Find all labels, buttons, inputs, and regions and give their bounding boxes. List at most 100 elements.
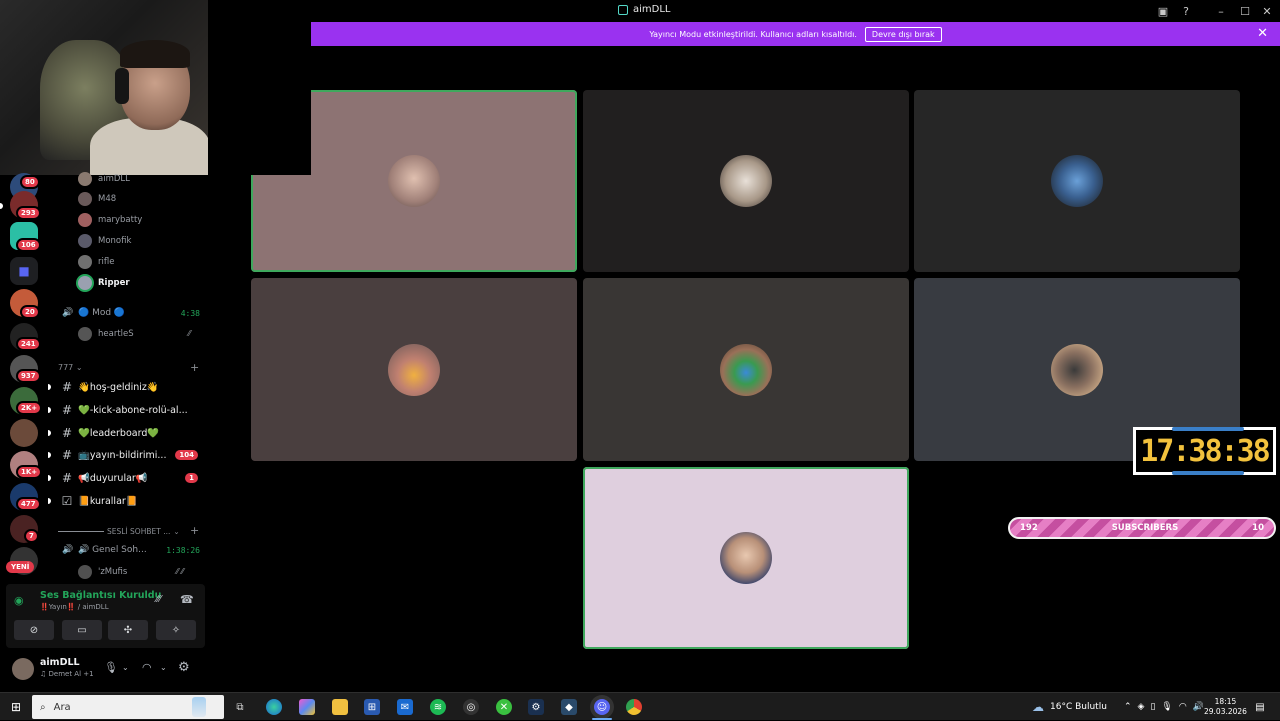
user-status: ♫ Demet Al +1	[40, 670, 94, 678]
participant-tile-speaking[interactable]	[583, 467, 909, 649]
wifi-icon[interactable]: ◠	[1179, 702, 1187, 712]
voice-channel-general[interactable]: 🔊 🔊 Genel Soh... 1:38:26	[58, 541, 208, 559]
category-header[interactable]: 777 ⌄	[58, 363, 83, 372]
participant-tile[interactable]	[583, 278, 909, 461]
noise-suppression-icon[interactable]: ⁄⁄⁄	[156, 594, 161, 605]
subs-label: SUBSCRIBERS	[1111, 523, 1179, 533]
participant-tile[interactable]	[914, 90, 1240, 272]
voice-member[interactable]: heartleS	[78, 327, 134, 341]
voice-status-title[interactable]: Ses Bağlantısı Kuruldu	[40, 590, 161, 601]
battery-icon[interactable]: ▯	[1150, 702, 1155, 712]
steam-icon[interactable]: ⚙	[528, 699, 544, 715]
unread-pill	[48, 452, 51, 458]
maximize-button[interactable]: ☐	[1236, 2, 1254, 20]
camera-off-button[interactable]: ⊘	[14, 620, 54, 640]
voice-member[interactable]: rifle	[78, 255, 114, 269]
banner-message: Yayıncı Modu etkinleştirildi. Kullanıcı …	[649, 29, 857, 39]
new-servers-label[interactable]: YENİ	[6, 561, 35, 573]
clock-highlight	[1172, 427, 1244, 431]
folder-icon[interactable]: ■	[10, 257, 38, 285]
file-explorer-icon[interactable]	[332, 699, 348, 715]
voice-member-name: 'zMufis	[98, 567, 128, 577]
close-window-button[interactable]: ✕	[1258, 2, 1276, 20]
voice-status-subtitle[interactable]: ‼️Yayın‼️ / aimDLL	[40, 603, 109, 611]
text-channel[interactable]: # 📢duyurular📢 1	[48, 468, 208, 488]
gear-icon[interactable]: ⚙	[178, 660, 190, 675]
microphone-icon[interactable]: 🎙	[104, 661, 118, 674]
webcam-headset	[115, 68, 129, 104]
system-clock[interactable]: 18:15 29.03.2026	[1204, 697, 1247, 717]
voice-member[interactable]: marybatty	[78, 213, 142, 227]
voice-member[interactable]: Ripper	[78, 276, 130, 290]
text-channel[interactable]: # 💚-kick-abone-rolü-al...	[48, 400, 208, 420]
task-view-icon[interactable]: ⧉	[232, 699, 248, 715]
gpu-icon[interactable]: ◈	[1138, 702, 1145, 712]
volume-icon[interactable]: 🔊	[1193, 702, 1204, 712]
server-badge: 293	[16, 206, 41, 220]
subscribers-goal-bar: 192 SUBSCRIBERS 10	[1008, 517, 1276, 539]
stream-clock: 17:38:38	[1133, 427, 1276, 475]
voice-member[interactable]: aimDLL	[78, 172, 130, 186]
voice-member-name: aimDLL	[98, 174, 130, 184]
voice-member[interactable]: 'zMufis	[78, 565, 127, 579]
edge-icon[interactable]	[266, 699, 282, 715]
app-icon[interactable]: ◆	[561, 699, 577, 715]
search-highlight-icon	[192, 697, 206, 717]
server-badge: 80	[20, 175, 40, 189]
voice-channel-mod[interactable]: 🔊 🔵 Mod 🔵 4:38	[58, 304, 208, 322]
inbox-icon[interactable]: ▣	[1154, 2, 1172, 20]
disconnect-icon[interactable]: ☎	[180, 593, 194, 606]
participant-avatar	[1051, 155, 1103, 207]
voice-connection-panel: ◉ Ses Bağlantısı Kuruldu ‼️Yayın‼️ / aim…	[6, 584, 205, 648]
notifications-icon[interactable]: ▤	[1252, 699, 1268, 715]
text-channel[interactable]: # 👋hoş-geldiniz👋	[48, 377, 208, 397]
webcam-overlay	[0, 0, 208, 175]
category-name: 777	[58, 363, 74, 372]
help-icon[interactable]: ?	[1177, 2, 1195, 20]
user-panel: aimDLL ♫ Demet Al +1 🎙 ⌄ ◠ ⌄ ⚙	[6, 652, 205, 688]
unread-pill	[48, 430, 51, 436]
voice-member[interactable]: Monofik	[78, 234, 131, 248]
channel-label: 💚-kick-abone-rolü-al...	[78, 404, 188, 416]
mic-options-chevron-icon[interactable]: ⌄	[122, 663, 129, 672]
speaker-icon: 🔊	[62, 545, 74, 555]
channel-label: 📺yayın-bildirimi...	[78, 449, 167, 461]
chrome-icon[interactable]	[626, 699, 642, 715]
activities-button[interactable]: ✣	[108, 620, 148, 640]
xbox-icon[interactable]: ✕	[496, 699, 512, 715]
mic-tray-icon[interactable]: 🎙	[1161, 702, 1172, 712]
server-icon-8[interactable]	[10, 419, 38, 447]
copilot-icon[interactable]	[299, 699, 315, 715]
chevron-up-icon[interactable]: ⌃	[1124, 702, 1132, 712]
user-name[interactable]: aimDLL	[40, 657, 80, 668]
unread-pill	[48, 498, 51, 504]
participant-tile[interactable]	[251, 278, 577, 461]
text-channel[interactable]: # 📺yayın-bildirimi... 104	[48, 445, 208, 465]
weather-text: 16°C Bulutlu	[1050, 702, 1107, 712]
text-channel[interactable]: ☑ 📙kurallar📙	[48, 491, 208, 511]
banner-close-icon[interactable]: ✕	[1257, 26, 1268, 41]
participant-tile[interactable]	[583, 90, 909, 272]
hash-icon: #	[61, 403, 73, 417]
clock-highlight	[1172, 471, 1244, 475]
audio-options-chevron-icon[interactable]: ⌄	[160, 663, 167, 672]
taskbar-search[interactable]: ⌕ Ara	[32, 695, 224, 719]
windows-start-icon[interactable]: ⊞	[8, 699, 24, 715]
user-avatar[interactable]	[12, 658, 34, 680]
voice-category-header[interactable]: SESLİ SOHBET ... ⌄	[58, 527, 180, 536]
weather-widget[interactable]: ☁ 16°C Bulutlu	[1032, 693, 1107, 721]
voice-member[interactable]: M48	[78, 192, 116, 206]
store-icon[interactable]: ⊞	[364, 699, 380, 715]
minimize-button[interactable]: –	[1212, 2, 1230, 20]
soundboard-button[interactable]: ✧	[156, 620, 196, 640]
screen-share-button[interactable]: ▭	[62, 620, 102, 640]
disable-streamer-mode-button[interactable]: Devre dışı bırak	[864, 26, 942, 42]
add-channel-icon[interactable]: +	[190, 361, 199, 374]
mail-icon[interactable]: ✉	[397, 699, 413, 715]
headphones-icon[interactable]: ◠	[142, 661, 152, 674]
obs-icon[interactable]: ◎	[463, 699, 479, 715]
text-channel[interactable]: # 💚leaderboard💚	[48, 423, 208, 443]
discord-icon[interactable]: ☺	[594, 699, 610, 715]
spotify-icon[interactable]: ≋	[430, 699, 446, 715]
add-voice-channel-icon[interactable]: +	[190, 524, 199, 537]
